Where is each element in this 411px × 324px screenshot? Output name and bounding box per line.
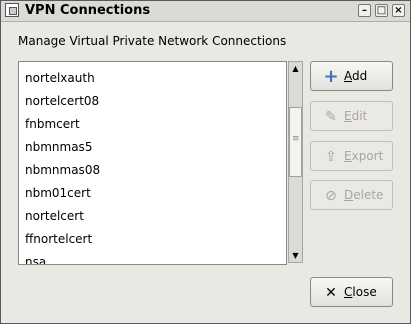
edit-icon: ✎ xyxy=(325,109,337,125)
minimize-icon[interactable]: – xyxy=(358,4,371,17)
edit-label: Edit xyxy=(344,109,368,123)
close-button[interactable]: ✕ Close xyxy=(310,277,393,307)
export-label: Export xyxy=(344,149,384,163)
edit-button[interactable]: ✎ Edit xyxy=(310,101,393,131)
list-item[interactable]: nortelxauth xyxy=(25,67,95,89)
scroll-down-icon[interactable]: ▼ xyxy=(290,250,301,261)
delete-icon: ⊘ xyxy=(325,188,337,204)
list-item[interactable]: nbmnmas08 xyxy=(25,159,100,181)
list-item[interactable]: nortelcert08 xyxy=(25,90,99,112)
maximize-icon[interactable]: □ xyxy=(375,4,388,17)
window-title: VPN Connections xyxy=(25,3,151,18)
plus-icon: + xyxy=(323,66,339,87)
list-item[interactable]: nbmnmas5 xyxy=(25,136,92,158)
vpn-connections-window: VPN Connections – □ × Manage Virtual Pri… xyxy=(0,0,411,324)
close-window-icon[interactable]: × xyxy=(392,4,405,17)
add-button[interactable]: + Add xyxy=(310,61,393,91)
connections-list[interactable]: nortelxauth nortelcert08 fnbmcert nbmnma… xyxy=(18,61,287,265)
list-item[interactable]: ffnortelcert xyxy=(25,228,92,250)
delete-button[interactable]: ⊘ Delete xyxy=(310,180,393,210)
window-menu-icon[interactable] xyxy=(5,3,19,17)
delete-label: Delete xyxy=(344,188,384,202)
list-scrollbar[interactable]: ▲ ▼ xyxy=(288,61,303,263)
close-x-icon: ✕ xyxy=(325,285,337,301)
scroll-up-icon[interactable]: ▲ xyxy=(290,63,301,74)
list-item[interactable]: nsa xyxy=(25,251,46,264)
list-item[interactable]: fnbmcert xyxy=(25,113,80,135)
scroll-thumb[interactable] xyxy=(289,107,302,177)
title-bar[interactable]: VPN Connections – □ × xyxy=(1,1,410,22)
add-label: Add xyxy=(344,69,368,83)
list-item[interactable]: nortelcert xyxy=(25,205,84,227)
export-icon: ⇪ xyxy=(325,149,337,165)
export-button[interactable]: ⇪ Export xyxy=(310,141,393,171)
list-item[interactable]: nbm01cert xyxy=(25,182,91,204)
dialog-heading: Manage Virtual Private Network Connectio… xyxy=(18,34,287,48)
close-label: Close xyxy=(344,285,377,299)
